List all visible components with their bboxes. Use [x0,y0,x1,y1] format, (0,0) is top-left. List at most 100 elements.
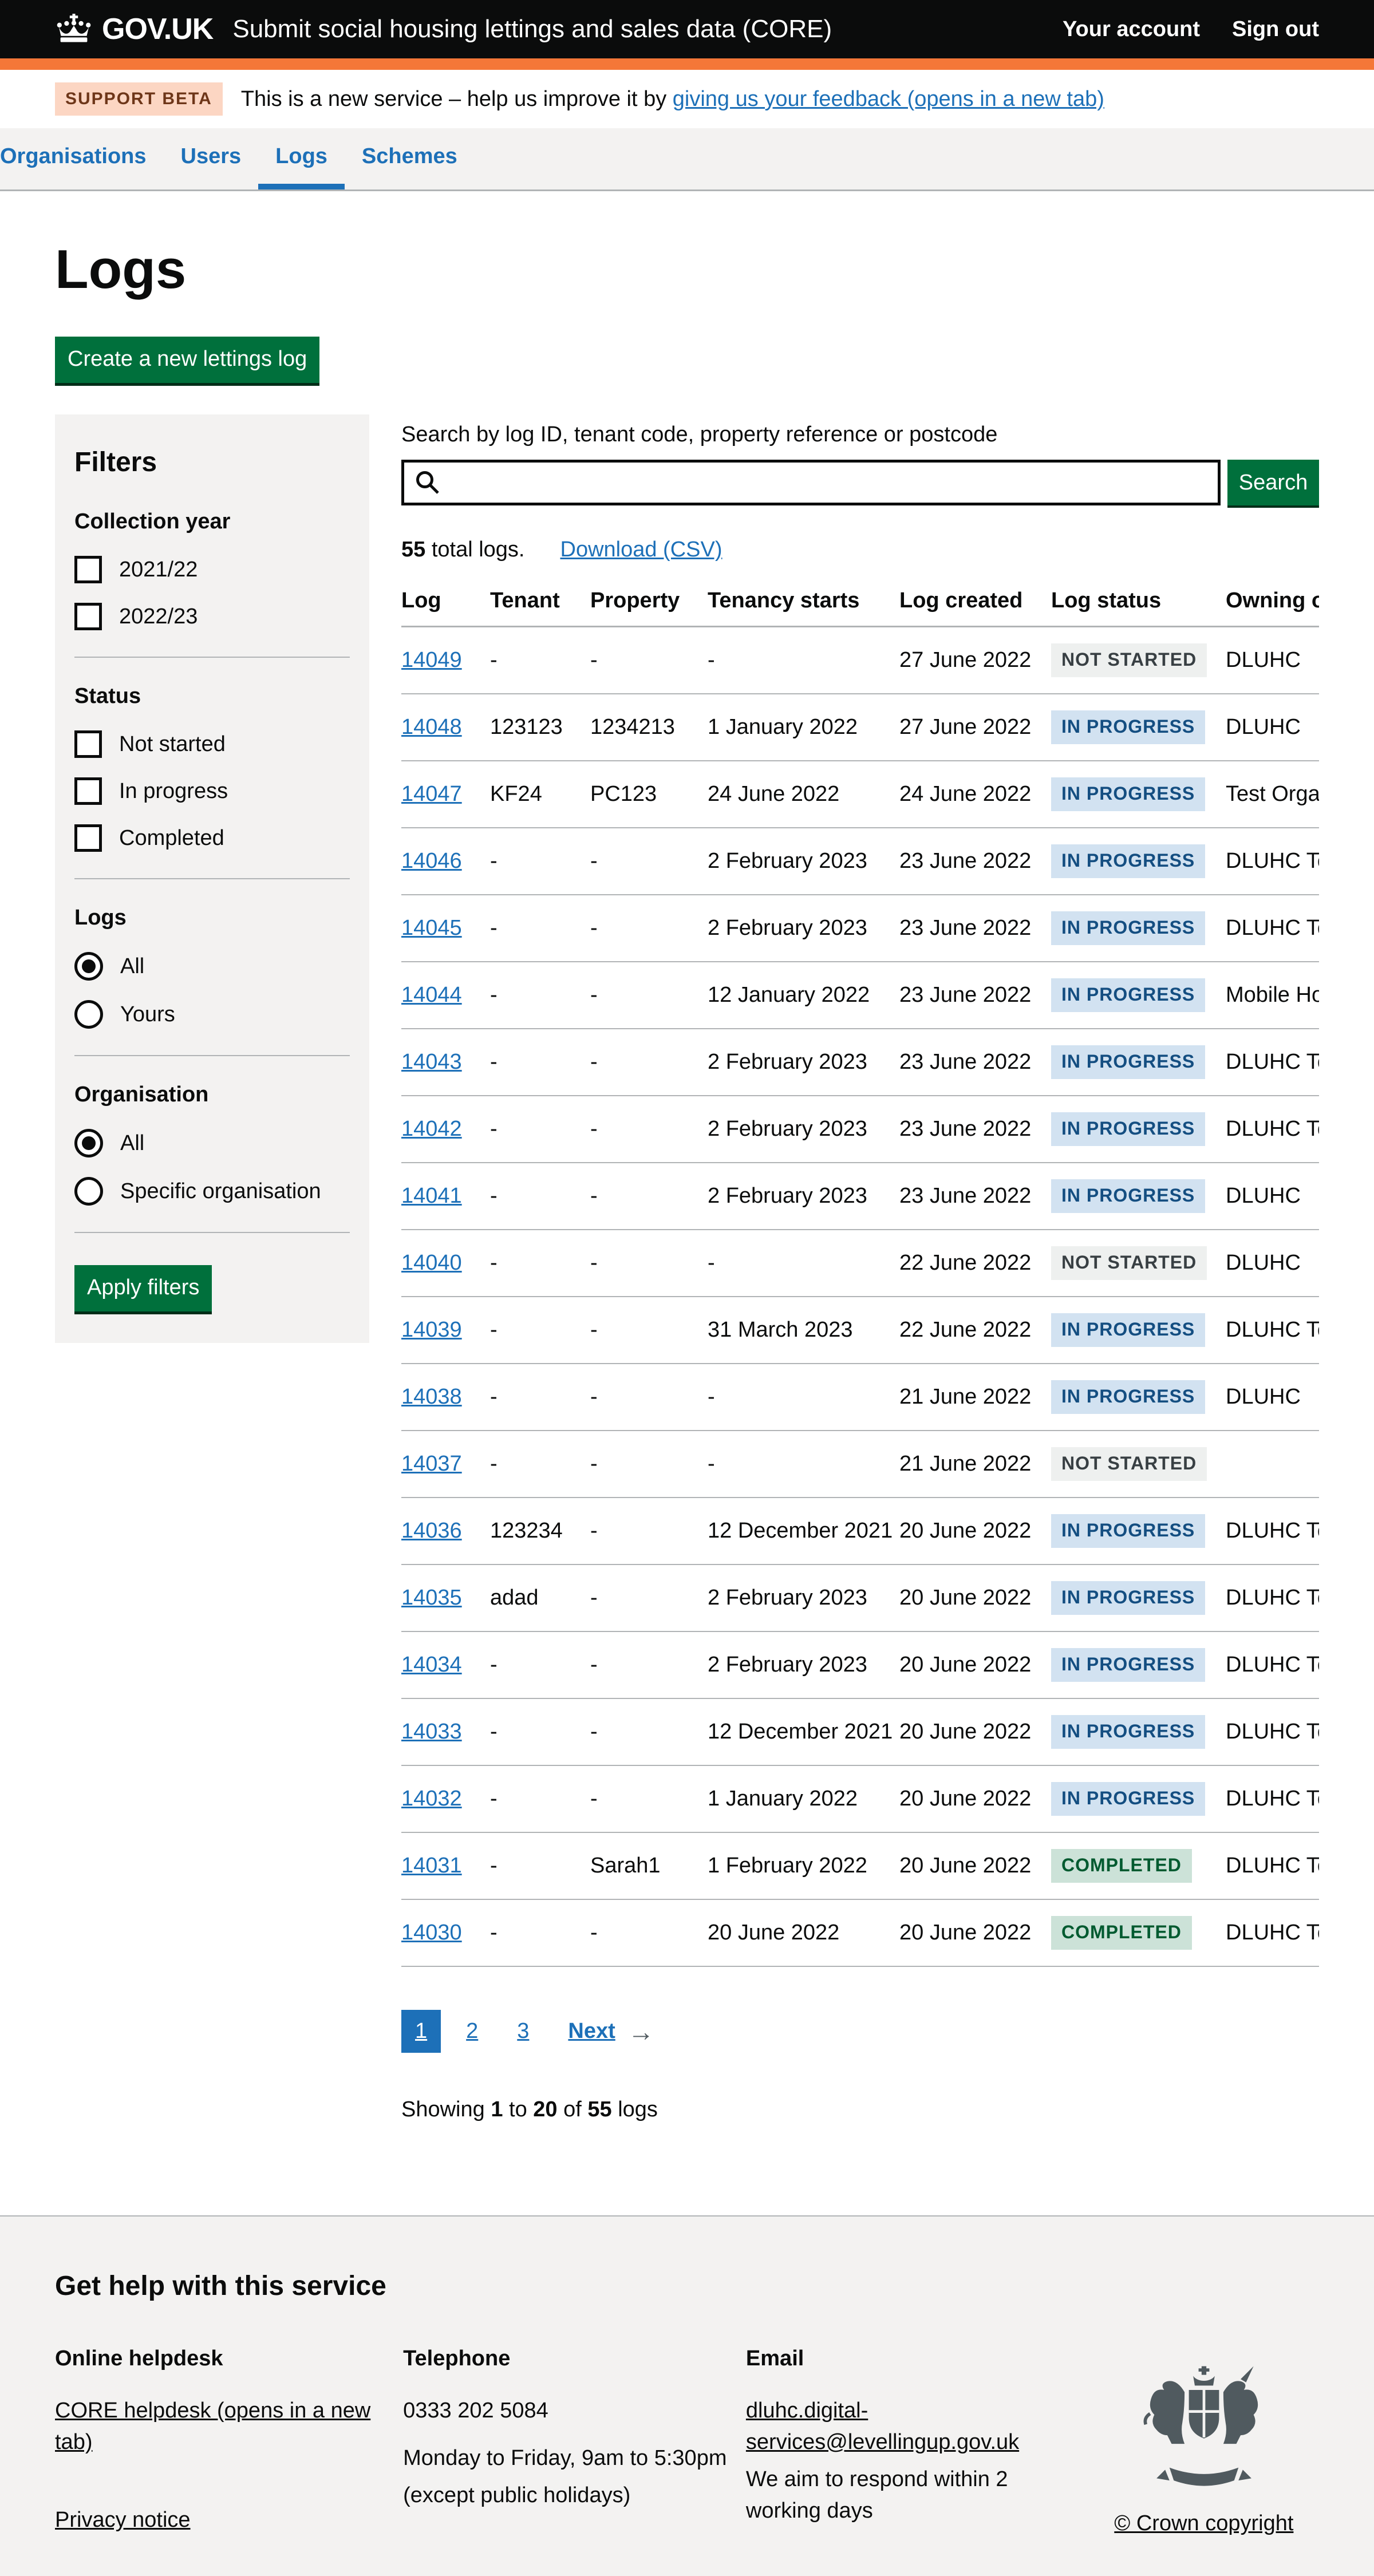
tenancy-starts-cell: 1 January 2022 [708,694,899,761]
radio-button[interactable] [74,1177,103,1206]
log-id-link[interactable]: 14031 [401,1854,462,1878]
checkbox-label[interactable]: Completed [119,826,224,851]
status-badge: IN PROGRESS [1051,1782,1205,1816]
radio-button[interactable] [74,952,103,981]
status-option[interactable]: Completed [74,824,350,852]
checkbox[interactable] [74,730,102,758]
log-id-link[interactable]: 14039 [401,1318,462,1342]
log-id-link[interactable]: 14049 [401,648,462,672]
tenant-cell: - [490,1698,590,1765]
sign-out-link[interactable]: Sign out [1232,17,1319,42]
checkbox[interactable] [74,603,102,630]
log-id-link[interactable]: 14034 [401,1653,462,1677]
log-created-cell: 23 June 2022 [899,828,1051,895]
organisation-filter-option[interactable]: Specific organisation [74,1177,350,1206]
log-id-link[interactable]: 14033 [401,1720,462,1744]
log-created-cell: 20 June 2022 [899,1765,1051,1832]
tenant-cell: - [490,627,590,694]
nav-tab[interactable]: Schemes [345,140,475,189]
checkbox[interactable] [74,556,102,583]
status-option[interactable]: In progress [74,777,350,805]
page-number-link[interactable]: 1 [401,2010,441,2053]
next-page-link[interactable]: Next [568,2019,615,2044]
tenant-cell: - [490,1096,590,1163]
page-number-link[interactable]: 2 [452,2010,492,2053]
phase-banner-text: This is a new service – help us improve … [241,87,1104,112]
govuk-logo[interactable]: GOV.UK [55,12,213,46]
log-id-link[interactable]: 14041 [401,1184,462,1208]
log-id-link[interactable]: 14042 [401,1117,462,1141]
search-input[interactable] [401,460,1221,505]
column-header: Tenant [490,578,590,627]
organisation-filter-option[interactable]: All [74,1129,350,1157]
logs-filter-option[interactable]: All [74,952,350,981]
crown-copyright-link[interactable]: © Crown copyright [1114,2511,1293,2536]
radio-label[interactable]: All [120,1131,144,1156]
next-arrow-icon[interactable]: → [628,2016,654,2047]
table-row: 14044 - - 12 January 2022 23 June 2022 I… [401,962,1319,1029]
table-row: 14031 - Sarah1 1 February 2022 20 June 2… [401,1832,1319,1899]
owning-organisation-cell [1226,1431,1319,1498]
log-id-cell: 14042 [401,1096,490,1163]
log-id-link[interactable]: 14046 [401,849,462,873]
checkbox-label[interactable]: In progress [119,779,228,804]
telephone-heading: Telephone [403,2343,746,2374]
nav-tab[interactable]: Organisations [0,140,164,189]
nav-tab[interactable]: Users [164,140,259,189]
log-id-link[interactable]: 14035 [401,1586,462,1610]
checkbox[interactable] [74,777,102,805]
search-button[interactable]: Search [1227,460,1319,505]
log-id-link[interactable]: 14045 [401,916,462,940]
core-helpdesk-link[interactable]: CORE helpdesk (opens in a new tab) [55,2399,370,2454]
checkbox-label[interactable]: 2021/22 [119,558,198,582]
log-id-cell: 14032 [401,1765,490,1832]
feedback-link[interactable]: giving us your feedback (opens in a new … [673,87,1104,111]
log-created-cell: 20 June 2022 [899,1698,1051,1765]
showing-prefix: Showing [401,2097,491,2121]
govuk-logotype: GOV.UK [102,12,213,46]
log-id-link[interactable]: 14032 [401,1787,462,1811]
checkbox-label[interactable]: 2022/23 [119,605,198,629]
collection-year-option[interactable]: 2022/23 [74,603,350,630]
showing-to: 20 [533,2097,557,2121]
tenancy-starts-cell: 2 February 2023 [708,1163,899,1230]
nav-tab[interactable]: Logs [258,140,345,189]
checkbox-label[interactable]: Not started [119,732,226,757]
email-link[interactable]: dluhc.digital-services@levellingup.gov.u… [746,2399,1019,2454]
tenancy-starts-cell: - [708,1230,899,1297]
log-id-link[interactable]: 14030 [401,1921,462,1945]
log-id-link[interactable]: 14040 [401,1251,462,1275]
status-option[interactable]: Not started [74,730,350,758]
logs-filter-option[interactable]: Yours [74,1000,350,1029]
create-lettings-log-button[interactable]: Create a new lettings log [55,337,319,383]
download-csv-link[interactable]: Download (CSV) [560,538,722,562]
your-account-link[interactable]: Your account [1063,17,1200,42]
log-id-cell: 14044 [401,962,490,1029]
log-id-link[interactable]: 14036 [401,1519,462,1543]
radio-label[interactable]: Specific organisation [120,1179,321,1204]
radio-label[interactable]: Yours [120,1002,175,1027]
log-id-link[interactable]: 14044 [401,983,462,1007]
radio-label[interactable]: All [120,954,144,979]
log-id-link[interactable]: 14038 [401,1385,462,1409]
showing-mid2: of [558,2097,588,2121]
privacy-notice-link[interactable]: Privacy notice [55,2504,191,2536]
apply-filters-button[interactable]: Apply filters [74,1265,212,1311]
tenancy-starts-cell: 2 February 2023 [708,1096,899,1163]
checkbox[interactable] [74,824,102,852]
log-status-cell: NOT STARTED [1051,627,1226,694]
radio-button[interactable] [74,1000,103,1029]
log-status-cell: IN PROGRESS [1051,1698,1226,1765]
tenancy-starts-cell: - [708,1431,899,1498]
radio-button[interactable] [74,1129,103,1157]
owning-organisation-cell: DLUHC [1226,627,1319,694]
log-id-link[interactable]: 14037 [401,1452,462,1476]
collection-year-option[interactable]: 2021/22 [74,556,350,583]
log-id-link[interactable]: 14043 [401,1050,462,1074]
log-id-link[interactable]: 14048 [401,715,462,739]
service-name-link[interactable]: Submit social housing lettings and sales… [232,15,832,44]
table-row: 14040 - - - 22 June 2022 NOT STARTED DLU… [401,1230,1319,1297]
log-id-link[interactable]: 14047 [401,782,462,806]
page-number-link[interactable]: 3 [503,2010,543,2053]
tenant-cell: - [490,1029,590,1096]
